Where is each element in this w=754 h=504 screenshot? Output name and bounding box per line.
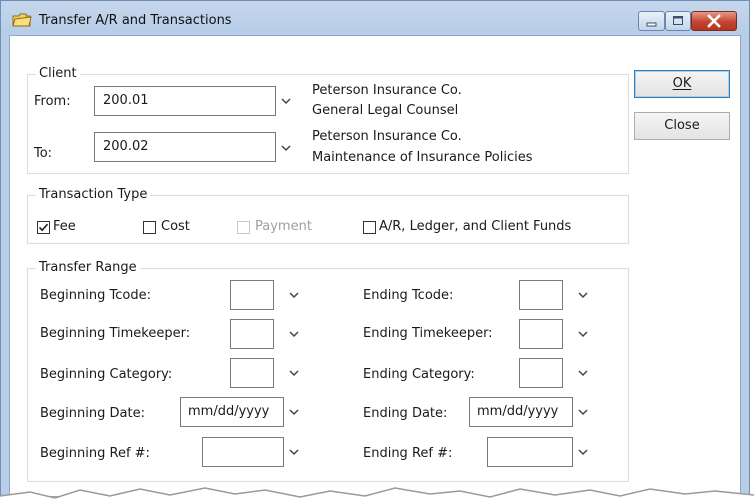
to-client-name: Peterson Insurance Co. <box>312 129 462 144</box>
torn-edge-decoration <box>0 487 754 504</box>
beginning-category-label: Beginning Category: <box>40 367 173 382</box>
beginning-timekeeper-chevron-icon[interactable] <box>288 330 300 338</box>
ok-button[interactable]: OK <box>634 70 730 98</box>
beginning-tcode-chevron-icon[interactable] <box>288 291 300 299</box>
ending-category-field[interactable] <box>519 358 563 388</box>
from-dropdown-chevron-icon[interactable] <box>280 97 292 105</box>
ar-ledger-client-funds-checkbox[interactable] <box>363 221 376 234</box>
checkmark-icon <box>38 223 49 232</box>
title-bar[interactable]: Transfer A/R and Transactions <box>1 1 749 35</box>
beginning-ref-label: Beginning Ref #: <box>40 446 150 461</box>
close-button[interactable]: Close <box>634 112 730 140</box>
from-client-name: Peterson Insurance Co. <box>312 83 462 98</box>
fee-label: Fee <box>53 219 76 234</box>
to-dropdown-chevron-icon[interactable] <box>280 144 292 152</box>
ending-ref-label: Ending Ref #: <box>363 446 453 461</box>
from-client-field[interactable]: 200.01 <box>94 86 276 116</box>
ending-tcode-label: Ending Tcode: <box>363 288 454 303</box>
ending-category-label: Ending Category: <box>363 367 475 382</box>
beginning-date-field[interactable]: mm/dd/yyyy <box>180 397 284 427</box>
client-group-label: Client <box>36 66 80 81</box>
ending-timekeeper-label: Ending Timekeeper: <box>363 326 493 341</box>
beginning-date-chevron-icon[interactable] <box>288 408 300 416</box>
ending-timekeeper-chevron-icon[interactable] <box>577 330 589 338</box>
from-client-matter: General Legal Counsel <box>312 103 459 118</box>
ending-date-chevron-icon[interactable] <box>577 408 589 416</box>
transaction-type-group-label: Transaction Type <box>36 187 151 202</box>
maximize-icon <box>673 16 683 25</box>
to-client-field[interactable]: 200.02 <box>94 132 276 162</box>
close-icon <box>707 14 721 28</box>
payment-checkbox <box>237 221 250 234</box>
beginning-tcode-field[interactable] <box>230 280 274 310</box>
payment-label: Payment <box>255 219 312 234</box>
ending-ref-field[interactable] <box>487 437 573 467</box>
ending-timekeeper-field[interactable] <box>519 319 563 349</box>
folder-icon <box>12 13 32 27</box>
maximize-button[interactable] <box>665 11 691 31</box>
minimize-button[interactable] <box>638 11 665 31</box>
cost-label: Cost <box>161 219 190 234</box>
beginning-category-field[interactable] <box>230 358 274 388</box>
to-label: To: <box>34 146 53 161</box>
fee-checkbox[interactable] <box>37 221 50 234</box>
ok-button-label: OK <box>672 76 692 91</box>
from-label: From: <box>34 94 71 109</box>
beginning-timekeeper-label: Beginning Timekeeper: <box>40 326 191 341</box>
ending-ref-chevron-icon[interactable] <box>577 448 589 456</box>
close-button-label: Close <box>664 118 700 133</box>
ar-ledger-client-funds-label: A/R, Ledger, and Client Funds <box>379 219 572 234</box>
ending-date-label: Ending Date: <box>363 406 448 421</box>
ending-tcode-chevron-icon[interactable] <box>577 291 589 299</box>
minimize-icon <box>646 22 657 27</box>
beginning-timekeeper-field[interactable] <box>230 319 274 349</box>
window-title: Transfer A/R and Transactions <box>39 13 232 28</box>
beginning-date-label: Beginning Date: <box>40 406 145 421</box>
cost-checkbox[interactable] <box>143 221 156 234</box>
beginning-ref-chevron-icon[interactable] <box>288 448 300 456</box>
beginning-ref-field[interactable] <box>202 437 284 467</box>
close-window-button[interactable] <box>691 11 737 31</box>
dialog-body: Client From: 200.01 Peterson Insurance C… <box>9 35 741 497</box>
ending-tcode-field[interactable] <box>519 280 563 310</box>
dialog-window: Transfer A/R and Transactions Client Fro… <box>0 0 750 497</box>
beginning-category-chevron-icon[interactable] <box>288 369 300 377</box>
ending-date-field[interactable]: mm/dd/yyyy <box>469 397 573 427</box>
beginning-tcode-label: Beginning Tcode: <box>40 288 151 303</box>
to-client-matter: Maintenance of Insurance Policies <box>312 150 533 165</box>
ending-category-chevron-icon[interactable] <box>577 369 589 377</box>
transfer-range-group-label: Transfer Range <box>36 260 140 275</box>
